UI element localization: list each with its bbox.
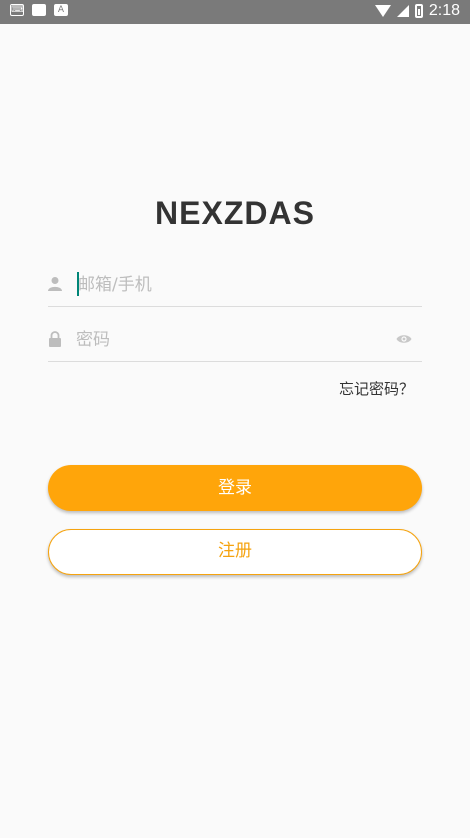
battery-icon — [414, 4, 423, 18]
login-button[interactable]: 登录 — [48, 465, 422, 511]
keyboard-icon: ⌨ — [10, 4, 24, 16]
eye-icon[interactable] — [396, 332, 412, 346]
app-brand-title: NEXZDAS — [155, 195, 315, 231]
status-bar: ⌨ A 2:18 — [0, 0, 470, 24]
notification-icons: ⌨ A — [10, 4, 68, 16]
message-icon — [32, 4, 46, 16]
password-input[interactable] — [74, 321, 378, 359]
account-input[interactable] — [76, 266, 380, 304]
password-field[interactable] — [48, 317, 422, 362]
register-button[interactable]: 注册 — [48, 529, 422, 575]
lock-icon — [49, 331, 61, 347]
forgot-password-link[interactable]: 忘记密码？ — [339, 378, 414, 399]
signal-icon — [396, 5, 409, 17]
account-field[interactable] — [48, 262, 422, 307]
font-icon: A — [54, 4, 68, 16]
status-time: 2:18 — [428, 2, 460, 19]
user-icon — [48, 277, 62, 291]
system-icons: 2:18 — [374, 2, 460, 20]
wifi-icon — [374, 5, 391, 17]
